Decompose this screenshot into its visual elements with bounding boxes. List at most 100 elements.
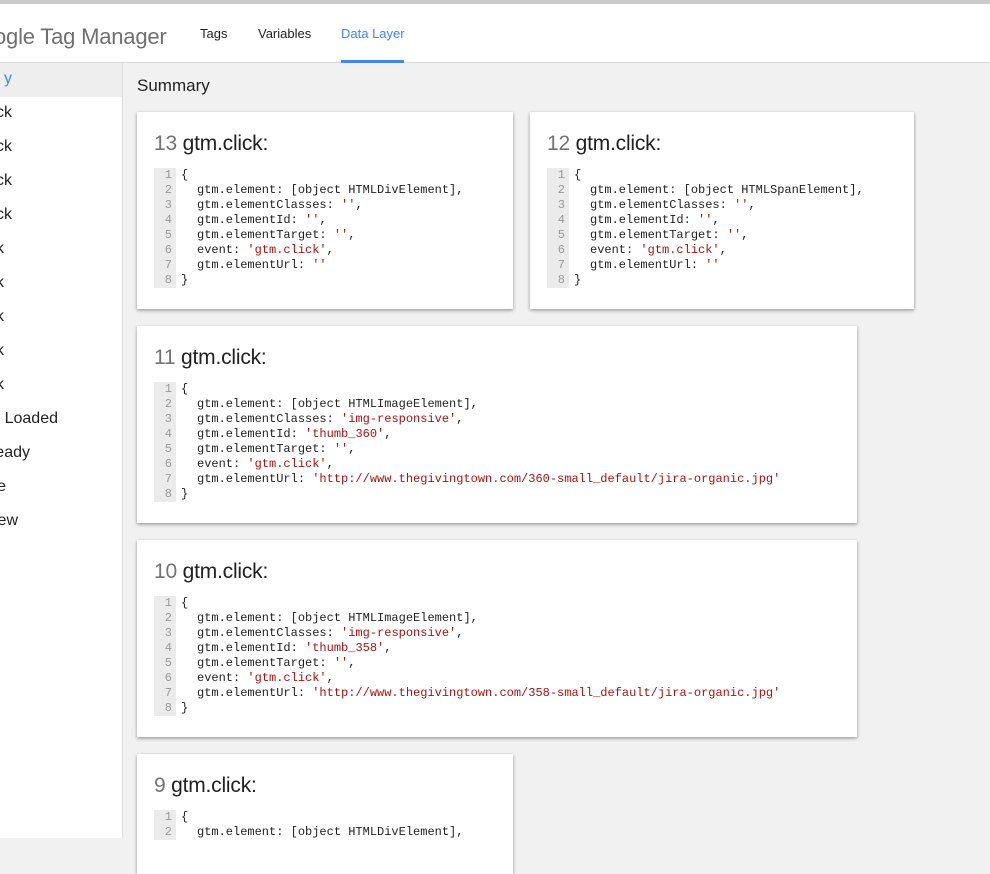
code-block: 1{2 gtm.element: [object HTMLImageElement… bbox=[154, 596, 780, 716]
event-number: 11 bbox=[154, 346, 176, 369]
event-number: 9 bbox=[154, 774, 166, 797]
line-number: 6 bbox=[154, 457, 176, 472]
active-tab-indicator bbox=[341, 60, 404, 63]
code-line: 3 gtm.elementClasses: '', bbox=[547, 198, 864, 213]
app-logo: ogle Tag Manager bbox=[0, 24, 167, 49]
sidebar-item-page[interactable]: e bbox=[0, 471, 122, 505]
sidebar-item-click[interactable]: k bbox=[0, 369, 122, 403]
code-token: { bbox=[181, 382, 189, 396]
event-card: 9 gtm.click: 1{2 gtm.element: [object HTML… bbox=[137, 754, 513, 874]
line-number: 4 bbox=[154, 641, 176, 656]
sidebar-item-label: ck bbox=[0, 104, 12, 121]
code-token: , bbox=[712, 213, 720, 227]
code-token: gtm.elementUrl: bbox=[197, 258, 313, 272]
code-line: 1{ bbox=[154, 810, 463, 825]
sidebar-item-label: k bbox=[0, 274, 4, 292]
sidebar-item-label: k bbox=[0, 308, 4, 326]
code-string-token: 'gtm.click' bbox=[640, 243, 720, 257]
line-number: 5 bbox=[154, 228, 176, 243]
event-card: 12 gtm.click: 1{2 gtm.element: [object HTM… bbox=[530, 112, 914, 309]
code-token: gtm.element: [object HTMLImageElement], bbox=[197, 611, 478, 625]
event-card-title: 9 gtm.click: bbox=[154, 774, 257, 798]
sidebar-item-window-loaded[interactable]: Loaded bbox=[0, 403, 122, 437]
code-block: 1{2 gtm.element: [object HTMLSpanElement]… bbox=[547, 168, 864, 288]
code-line: 5 gtm.elementTarget: '', bbox=[547, 228, 864, 243]
sidebar-item-label: eady bbox=[0, 444, 30, 461]
code-token: gtm.elementUrl: bbox=[197, 686, 313, 700]
sidebar-item-label: ck bbox=[0, 172, 12, 189]
code-line: 1{ bbox=[154, 596, 780, 611]
code-token: gtm.elementClasses: bbox=[590, 198, 735, 212]
sidebar-item-click[interactable]: ck bbox=[0, 97, 122, 131]
sidebar-item-click[interactable]: k bbox=[0, 233, 122, 267]
line-number: 6 bbox=[154, 671, 176, 686]
code-line: 2 gtm.element: [object HTMLDivElement], bbox=[154, 183, 463, 198]
sidebar-item-click[interactable]: ck bbox=[0, 165, 122, 199]
line-number: 8 bbox=[154, 487, 176, 502]
sidebar-item-click[interactable]: ck bbox=[0, 199, 122, 233]
line-number: 6 bbox=[154, 243, 176, 258]
code-token: gtm.elementUrl: bbox=[590, 258, 706, 272]
sidebar-item-click[interactable]: k bbox=[0, 301, 122, 335]
code-string-token: '' bbox=[305, 213, 320, 227]
code-line: 3 gtm.elementClasses: 'img-responsive', bbox=[154, 626, 780, 641]
code-string-token: '' bbox=[333, 656, 349, 670]
code-string-token: '' bbox=[705, 258, 720, 272]
line-number: 4 bbox=[547, 213, 569, 228]
code-string-token: 'http://www.thegivingtown.com/360-small_… bbox=[312, 472, 781, 486]
sidebar-item-click[interactable]: k bbox=[0, 267, 122, 301]
event-name: gtm.click: bbox=[182, 560, 269, 583]
code-line: 8} bbox=[547, 273, 864, 288]
code-token: , bbox=[326, 457, 334, 471]
tab-tags[interactable]: Tags bbox=[200, 26, 227, 41]
line-number: 7 bbox=[154, 472, 176, 487]
code-token: event: bbox=[197, 243, 248, 257]
sidebar-item-label: e bbox=[0, 478, 6, 496]
code-line: 6 event: 'gtm.click', bbox=[154, 671, 780, 686]
code-line: 8} bbox=[154, 487, 780, 502]
code-token: , bbox=[348, 656, 356, 670]
sidebar-item-click[interactable]: ck bbox=[0, 131, 122, 165]
sidebar-item-summary[interactable]: y bbox=[0, 63, 122, 97]
code-token: { bbox=[181, 596, 189, 610]
sidebar-item-dom-ready[interactable]: eady bbox=[0, 437, 122, 471]
code-token: event: bbox=[197, 457, 248, 471]
sidebar-item-label: Loaded bbox=[4, 410, 58, 427]
code-string-token: 'gtm.click' bbox=[247, 671, 327, 685]
event-card: 13 gtm.click: 1{2 gtm.element: [object HTM… bbox=[137, 112, 513, 309]
line-number: 1 bbox=[154, 382, 176, 397]
sidebar-item-label: ck bbox=[0, 138, 12, 155]
code-line: 7 gtm.elementUrl: 'http://www.thegivingto… bbox=[154, 472, 780, 487]
line-number: 7 bbox=[154, 686, 176, 701]
code-token: } bbox=[181, 273, 189, 287]
code-token: gtm.elementId: bbox=[590, 213, 699, 227]
line-number: 7 bbox=[154, 258, 176, 273]
code-line: 5 gtm.elementTarget: '', bbox=[154, 228, 463, 243]
code-line: 6 event: 'gtm.click', bbox=[547, 243, 864, 258]
code-line: 2 gtm.element: [object HTMLSpanElement], bbox=[547, 183, 864, 198]
tab-data-layer[interactable]: Data Layer bbox=[341, 26, 405, 41]
code-line: 6 event: 'gtm.click', bbox=[154, 457, 780, 472]
code-string-token: 'img-responsive' bbox=[341, 412, 457, 426]
code-line: 8} bbox=[154, 273, 463, 288]
code-line: 1{ bbox=[154, 382, 780, 397]
tab-variables[interactable]: Variables bbox=[258, 26, 311, 41]
code-line: 7 gtm.elementUrl: 'http://www.thegivingto… bbox=[154, 686, 780, 701]
line-number: 8 bbox=[547, 273, 569, 288]
code-line: 5 gtm.elementTarget: '', bbox=[154, 442, 780, 457]
line-number: 6 bbox=[547, 243, 569, 258]
line-number: 8 bbox=[154, 701, 176, 716]
code-string-token: 'thumb_360' bbox=[305, 427, 385, 441]
code-string-token: '' bbox=[333, 228, 349, 242]
code-token: gtm.element: [object HTMLImageElement], bbox=[197, 397, 478, 411]
sidebar-item-label: k bbox=[0, 342, 4, 360]
code-line: 7 gtm.elementUrl: '' bbox=[154, 258, 463, 273]
code-string-token: '' bbox=[734, 198, 749, 212]
sidebar-item-pageview[interactable]: ew bbox=[0, 505, 122, 539]
code-token: gtm.elementId: bbox=[197, 427, 306, 441]
sidebar-item-click[interactable]: k bbox=[0, 335, 122, 369]
code-line: 2 gtm.element: [object HTMLImageElement], bbox=[154, 611, 780, 626]
line-number: 5 bbox=[154, 656, 176, 671]
code-line: 7 gtm.elementUrl: '' bbox=[547, 258, 864, 273]
event-card: 11 gtm.click: 1{2 gtm.element: [object HTM… bbox=[137, 326, 857, 523]
